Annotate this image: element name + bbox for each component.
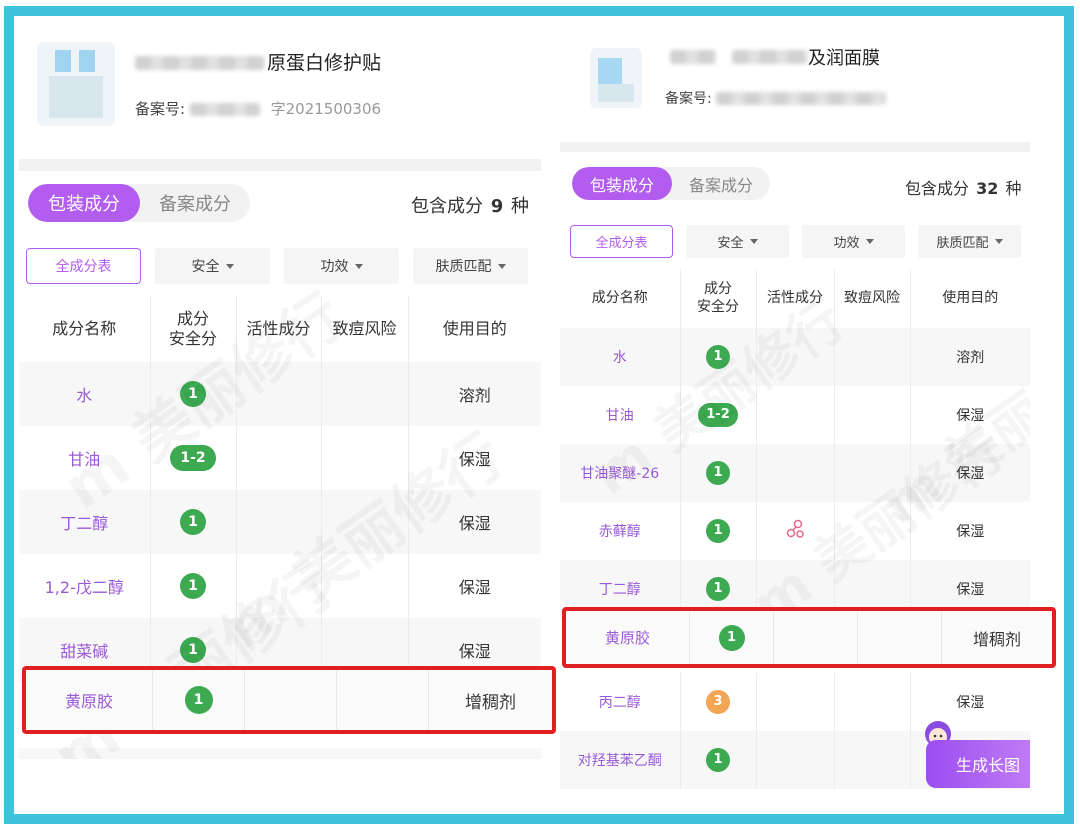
effect-filter-dropdown[interactable]: 功效 — [802, 225, 905, 258]
table-row[interactable]: 甘油聚醚-26 1 保湿 — [560, 444, 1030, 502]
product-thumbnail — [37, 42, 115, 126]
table-header-row: 成分名称 成分 安全分 活性成分 致痘风险 使用目的 — [560, 269, 1030, 328]
ingredient-source-tabs: 包装成分 备案成分 — [572, 167, 770, 200]
ingredient-name[interactable]: 丙二醇 — [560, 673, 681, 731]
ingredient-purpose: 保湿 — [408, 490, 541, 554]
safety-score-badge: 1 — [706, 519, 730, 543]
ingredient-purpose: 溶剂 — [408, 362, 541, 426]
safety-score-badge: 1 — [184, 686, 213, 714]
caret-down-icon — [225, 263, 234, 269]
right-product-panel: 及润面膜 备案号: 包装成分 备案成分 包含成分 32 种 全成分表 安全 功效… — [560, 24, 1030, 789]
table-row[interactable]: 丙二醇 3 保湿 — [560, 673, 1030, 731]
safety-score-badge: 1-2 — [170, 445, 216, 471]
filter-bar: 全成分表 安全 功效 肤质匹配 — [26, 248, 528, 284]
product-thumbnail — [590, 48, 642, 108]
table-row[interactable]: 丁二醇 1 保湿 — [19, 490, 541, 554]
table-row[interactable]: 水 1 溶剂 — [560, 328, 1030, 386]
table-row[interactable]: 1,2-戊二醇 1 保湿 — [19, 554, 541, 618]
col-acne-risk: 致痘风险 — [321, 296, 409, 362]
screenshot-frame: 原蛋白修护贴 备案号: 字2021500306 包装成分 备案成分 包含成分 9… — [4, 6, 1074, 824]
caret-down-icon — [749, 239, 758, 244]
skin-match-filter-dropdown[interactable]: 肤质匹配 — [918, 225, 1021, 258]
table-row[interactable]: 甘油 1-2 保湿 — [560, 386, 1030, 444]
safety-score-badge: 1-2 — [698, 403, 738, 427]
table-row[interactable]: 水 1 溶剂 — [19, 362, 541, 426]
ingredient-name[interactable]: 赤藓醇 — [560, 502, 681, 560]
product-header: 原蛋白修护贴 备案号: 字2021500306 — [19, 24, 541, 159]
safety-score-badge: 1 — [706, 748, 730, 772]
col-active-ingredient: 活性成分 — [236, 296, 322, 362]
ingredient-table: 成分名称 成分 安全分 活性成分 致痘风险 使用目的 水 1 溶剂 甘油 1-2… — [560, 269, 1030, 618]
ingredient-purpose: 保湿 — [956, 408, 985, 424]
tab-package-ingredients[interactable]: 包装成分 — [572, 167, 672, 200]
caret-down-icon — [354, 263, 363, 269]
skin-match-filter-dropdown[interactable]: 肤质匹配 — [413, 248, 528, 284]
table-row[interactable]: 赤藓醇 1 保湿 — [560, 502, 1030, 560]
safety-score-badge: 3 — [706, 690, 730, 714]
table-row[interactable]: 甘油 1-2 保湿 — [19, 426, 541, 490]
ingredient-name[interactable]: 甘油 — [19, 426, 151, 490]
ingredient-name[interactable]: 水 — [19, 362, 151, 426]
product-header: 及润面膜 备案号: — [560, 24, 1030, 142]
col-safety-score: 成分 安全分 — [680, 269, 757, 328]
ingredient-table: 成分名称 成分 安全分 活性成分 致痘风险 使用目的 水 1 溶剂 甘油 1-2… — [19, 296, 541, 682]
full-ingredient-list-button[interactable]: 全成分表 — [26, 248, 141, 284]
product-name: 原蛋白修护贴 — [267, 52, 382, 74]
safety-score-badge: 1 — [706, 345, 730, 369]
col-purpose: 使用目的 — [942, 289, 999, 306]
caret-down-icon — [994, 239, 1003, 244]
caret-down-icon — [497, 263, 506, 269]
safety-score-badge: 1 — [180, 381, 206, 407]
ingredient-name[interactable]: 1,2-戊二醇 — [19, 554, 151, 618]
safety-score-badge: 1 — [706, 577, 730, 601]
ingredient-purpose: 增稠剂 — [465, 692, 516, 713]
ingredient-name[interactable]: 黄原胶 — [566, 611, 690, 664]
ingredient-name[interactable]: 丁二醇 — [19, 490, 151, 554]
ingredient-purpose: 保湿 — [956, 524, 985, 540]
safety-score-badge: 1 — [180, 637, 206, 663]
active-molecule-icon — [786, 519, 804, 538]
ingredient-purpose: 溶剂 — [910, 328, 1030, 386]
highlighted-ingredient-row[interactable]: 黄原胶 1 增稠剂 — [562, 607, 1056, 668]
ingredient-purpose: 增稠剂 — [972, 629, 1021, 649]
col-ingredient-name: 成分名称 — [560, 269, 681, 328]
ingredient-source-tabs: 包装成分 备案成分 — [28, 184, 250, 222]
ingredient-name[interactable]: 甘油聚醚-26 — [560, 444, 681, 502]
full-ingredient-list-button[interactable]: 全成分表 — [570, 225, 673, 258]
partial-row-cut-off — [19, 748, 541, 759]
ingredient-name[interactable]: 水 — [560, 328, 681, 386]
table-header-row: 成分名称 成分 安全分 活性成分 致痘风险 使用目的 — [19, 296, 541, 362]
registration-number: 备案号: 字2021500306 — [135, 100, 382, 118]
effect-filter-dropdown[interactable]: 功效 — [284, 248, 399, 284]
safety-score-badge: 1 — [180, 509, 206, 535]
ingredient-name[interactable]: 黄原胶 — [26, 670, 153, 730]
ingredient-purpose: 保湿 — [458, 578, 491, 597]
col-active-ingredient: 活性成分 — [756, 269, 835, 328]
col-ingredient-name: 成分名称 — [19, 296, 151, 362]
safety-score-badge: 1 — [180, 573, 206, 599]
caret-down-icon — [865, 239, 874, 244]
tab-registered-ingredients[interactable]: 备案成分 — [140, 184, 250, 222]
generate-long-image-button[interactable]: 生成长图 — [926, 740, 1030, 788]
safety-filter-dropdown[interactable]: 安全 — [155, 248, 270, 284]
col-safety-score: 成分 安全分 — [150, 296, 237, 362]
ingredient-name[interactable]: 对羟基苯乙酮 — [560, 731, 681, 789]
left-product-panel: 原蛋白修护贴 备案号: 字2021500306 包装成分 备案成分 包含成分 9… — [19, 24, 541, 759]
safety-score-badge: 1 — [718, 624, 745, 651]
highlighted-ingredient-row[interactable]: 黄原胶 1 增稠剂 — [22, 666, 556, 734]
registration-number: 备案号: — [665, 88, 887, 108]
ingredient-name[interactable]: 甘油 — [560, 386, 681, 444]
ingredient-purpose: 保湿 — [910, 444, 1030, 502]
filter-bar: 全成分表 安全 功效 肤质匹配 — [570, 225, 1021, 258]
safety-filter-dropdown[interactable]: 安全 — [686, 225, 789, 258]
tab-registered-ingredients[interactable]: 备案成分 — [672, 167, 770, 200]
tab-package-ingredients[interactable]: 包装成分 — [28, 184, 140, 222]
ingredient-count: 包含成分 9 种 — [411, 196, 529, 217]
ingredient-purpose: 保湿 — [458, 450, 491, 469]
product-name: 及润面膜 — [808, 48, 880, 69]
ingredient-count: 包含成分 32 种 — [905, 179, 1022, 198]
col-purpose: 使用目的 — [442, 319, 507, 338]
col-acne-risk: 致痘风险 — [834, 269, 911, 328]
safety-score-badge: 1 — [706, 461, 730, 485]
